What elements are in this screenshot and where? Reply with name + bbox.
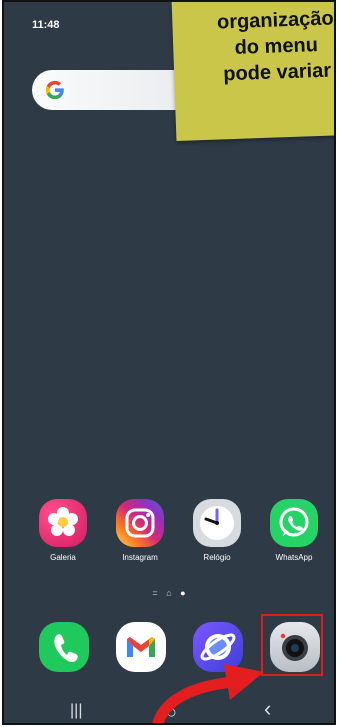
overlay-note-text: organização do menu pode variar: [216, 7, 335, 86]
app-instagram[interactable]: Instagram: [105, 499, 175, 562]
app-whatsapp[interactable]: WhatsApp: [259, 499, 329, 562]
google-g-icon: [45, 80, 64, 100]
page-dot: =: [152, 588, 158, 598]
phone-icon: [39, 622, 89, 672]
whatsapp-phone-icon: [270, 499, 318, 547]
dock-phone[interactable]: [29, 622, 99, 672]
clock-icon: [193, 499, 241, 547]
recents-button[interactable]: |||: [70, 702, 82, 720]
status-time: 11:48: [32, 19, 60, 31]
page-dot-active: ●: [180, 588, 186, 598]
app-label: WhatsApp: [275, 553, 313, 562]
app-label: Galeria: [50, 553, 76, 562]
home-page-dot-icon: ⌂: [166, 588, 172, 598]
app-label: Instagram: [122, 553, 158, 562]
phone-screen: 11:48 Galeria Instagram Relógio WhatsApp…: [2, 0, 336, 725]
page-indicator[interactable]: = ⌂ ●: [4, 588, 334, 598]
app-relogio[interactable]: Relógio: [182, 499, 252, 562]
app-label: Relógio: [203, 553, 231, 562]
instagram-camera-icon: [116, 499, 164, 547]
overlay-note: organização do menu pode variar: [171, 2, 335, 142]
gallery-flower-icon: [39, 499, 87, 547]
app-galeria[interactable]: Galeria: [28, 499, 98, 562]
red-arrow-icon: [152, 664, 264, 723]
